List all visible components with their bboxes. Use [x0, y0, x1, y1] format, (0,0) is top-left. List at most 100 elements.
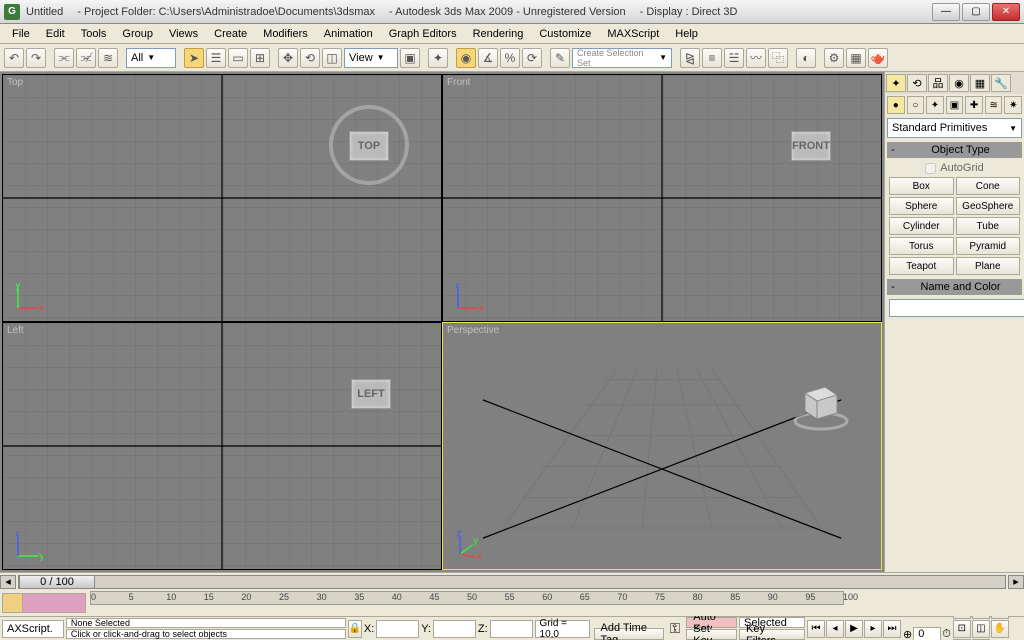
mirror-button[interactable]: ⧎ [680, 48, 700, 68]
tab-display[interactable]: ▦ [970, 74, 990, 92]
menu-views[interactable]: Views [161, 26, 206, 42]
select-move-button[interactable]: ✥ [278, 48, 298, 68]
minimize-button[interactable]: — [932, 3, 960, 21]
viewport-perspective[interactable]: Perspective x y z [442, 322, 882, 570]
tab-utilities[interactable]: 🔧 [991, 74, 1011, 92]
sub-helpers[interactable]: ✚ [965, 96, 983, 114]
menu-create[interactable]: Create [206, 26, 255, 42]
fov-button[interactable]: ◫ [972, 620, 990, 638]
key-mode-toggle[interactable]: ⊕ [903, 628, 912, 640]
edit-named-sel-button[interactable]: ✎ [550, 48, 570, 68]
named-selection-combo[interactable]: Create Selection Set▼ [572, 48, 672, 68]
rollout-object-type[interactable]: -Object Type [887, 142, 1022, 158]
create-cylinder-button[interactable]: Cylinder [889, 217, 954, 235]
spinner-snap-button[interactable]: ⟳ [522, 48, 542, 68]
current-frame-input[interactable]: 0 [913, 627, 941, 640]
viewport-front[interactable]: Front FRONT x z [442, 74, 882, 322]
keyfilters-button[interactable]: Key Filters... [739, 629, 805, 640]
time-slider-thumb[interactable]: 0 / 100 [19, 575, 95, 589]
tab-modify[interactable]: ⟲ [907, 74, 927, 92]
ref-coord-combo[interactable]: View▼ [344, 48, 398, 68]
tab-create[interactable]: ✦ [886, 74, 906, 92]
rendered-frame-button[interactable]: ▦ [846, 48, 866, 68]
create-plane-button[interactable]: Plane [956, 257, 1021, 275]
tab-motion[interactable]: ◉ [949, 74, 969, 92]
add-time-tag-button[interactable]: Add Time Tag [594, 628, 664, 640]
pan-button[interactable]: ✋ [991, 620, 1009, 638]
create-teapot-button[interactable]: Teapot [889, 257, 954, 275]
autogrid-checkbox[interactable] [925, 163, 936, 174]
align-button[interactable]: ≡ [702, 48, 722, 68]
undo-button[interactable]: ↶ [4, 48, 24, 68]
time-scroll-left[interactable]: ◂ [0, 575, 16, 589]
coord-x-input[interactable] [376, 620, 419, 638]
select-object-button[interactable]: ➤ [184, 48, 204, 68]
coord-y-input[interactable] [433, 620, 476, 638]
menu-tools[interactable]: Tools [73, 26, 115, 42]
sub-geometry[interactable]: ● [887, 96, 905, 114]
snap-toggle-button[interactable]: ◉ [456, 48, 476, 68]
viewcube[interactable]: TOP [349, 131, 389, 161]
prev-frame-button[interactable]: ◂ [826, 620, 844, 638]
select-region-button[interactable]: ▭ [228, 48, 248, 68]
create-geosphere-button[interactable]: GeoSphere [956, 197, 1021, 215]
time-scroll-right[interactable]: ▸ [1008, 575, 1024, 589]
menu-modifiers[interactable]: Modifiers [255, 26, 316, 42]
maximize-button[interactable]: ▢ [962, 3, 990, 21]
play-button[interactable]: ▶ [845, 620, 863, 638]
trackbar-keymode[interactable] [3, 594, 23, 612]
sub-shapes[interactable]: ○ [907, 96, 925, 114]
redo-button[interactable]: ↷ [26, 48, 46, 68]
rollout-name-color[interactable]: -Name and Color [887, 279, 1022, 295]
window-crossing-button[interactable]: ⊞ [250, 48, 270, 68]
close-button[interactable]: ✕ [992, 3, 1020, 21]
tab-hierarchy[interactable]: 品 [928, 74, 948, 92]
sub-systems[interactable]: ✷ [1004, 96, 1022, 114]
object-name-input[interactable] [889, 299, 1024, 317]
next-frame-button[interactable]: ▸ [864, 620, 882, 638]
render-button[interactable]: 🫖 [868, 48, 888, 68]
menu-maxscript[interactable]: MAXScript [599, 26, 667, 42]
pivot-center-button[interactable]: ▣ [400, 48, 420, 68]
select-manipulate-button[interactable]: ✦ [428, 48, 448, 68]
select-by-name-button[interactable]: ☰ [206, 48, 226, 68]
create-pyramid-button[interactable]: Pyramid [956, 237, 1021, 255]
viewcube[interactable]: FRONT [791, 131, 831, 161]
menu-animation[interactable]: Animation [316, 26, 381, 42]
bind-spacewarp-button[interactable]: ≋ [98, 48, 118, 68]
menu-help[interactable]: Help [667, 26, 706, 42]
menu-rendering[interactable]: Rendering [465, 26, 532, 42]
selection-lock-button[interactable]: 🔒 [348, 620, 362, 638]
schematic-view-button[interactable]: ⿻ [768, 48, 788, 68]
link-button[interactable]: ⫘ [54, 48, 74, 68]
menu-edit[interactable]: Edit [38, 26, 73, 42]
maxscript-mini-listener[interactable]: AXScript. [2, 620, 64, 638]
coord-z-input[interactable] [490, 620, 533, 638]
create-sphere-button[interactable]: Sphere [889, 197, 954, 215]
zoom-extents-all-button[interactable]: ⊡ [953, 620, 971, 638]
menu-group[interactable]: Group [114, 26, 161, 42]
create-cone-button[interactable]: Cone [956, 177, 1021, 195]
selection-filter-combo[interactable]: All▼ [126, 48, 176, 68]
viewcube[interactable] [791, 373, 851, 433]
create-tube-button[interactable]: Tube [956, 217, 1021, 235]
angle-snap-button[interactable]: ∡ [478, 48, 498, 68]
select-rotate-button[interactable]: ⟲ [300, 48, 320, 68]
sub-spacewarps[interactable]: ≋ [985, 96, 1003, 114]
render-setup-button[interactable]: ⚙ [824, 48, 844, 68]
setkey-button[interactable]: Set Key [686, 629, 737, 640]
time-ruler[interactable]: 0510152025303540455055606570758085909510… [90, 591, 844, 605]
curve-editor-button[interactable]: 〰 [746, 48, 766, 68]
time-config-button[interactable]: ⏱ [942, 628, 951, 640]
unlink-button[interactable]: ⫘̸ [76, 48, 96, 68]
material-editor-button[interactable]: ◐ [796, 48, 816, 68]
time-slider-track[interactable]: 0 / 100 [18, 575, 1006, 589]
trackbar-minibar[interactable] [23, 594, 85, 612]
sub-cameras[interactable]: ▣ [946, 96, 964, 114]
sub-lights[interactable]: ✦ [926, 96, 944, 114]
menu-grapheditors[interactable]: Graph Editors [381, 26, 465, 42]
percent-snap-button[interactable]: % [500, 48, 520, 68]
menu-customize[interactable]: Customize [531, 26, 599, 42]
select-scale-button[interactable]: ◫ [322, 48, 342, 68]
create-torus-button[interactable]: Torus [889, 237, 954, 255]
